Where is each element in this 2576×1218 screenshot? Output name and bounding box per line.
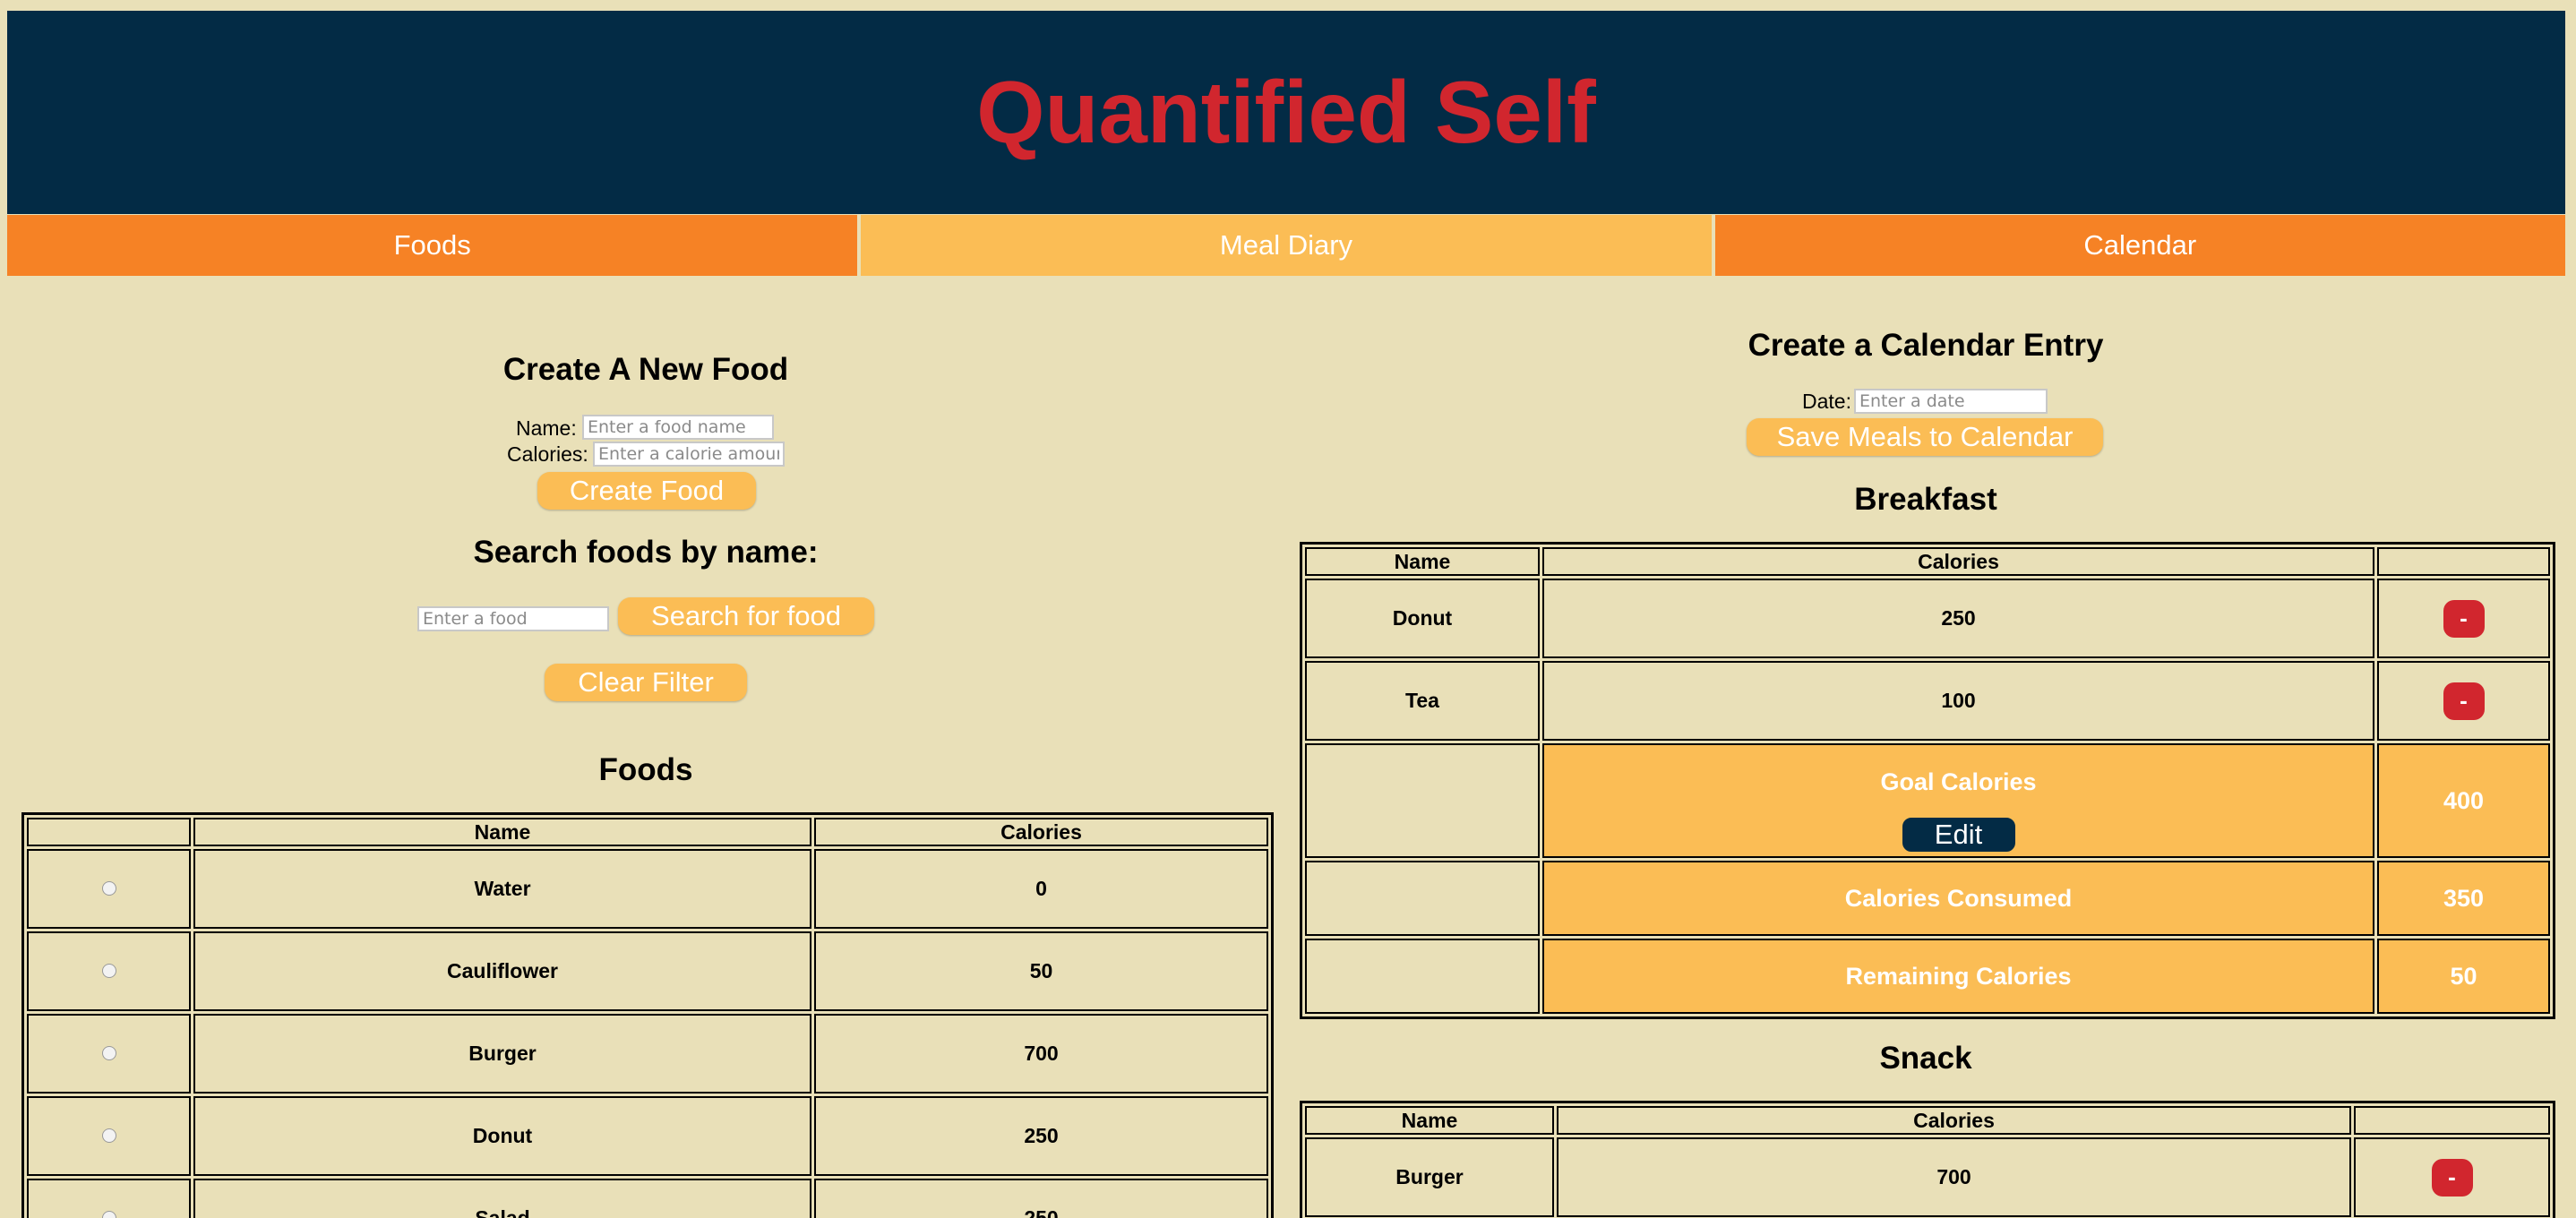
clear-filter-button[interactable]: Clear Filter	[545, 664, 747, 701]
table-row: Salad 250	[27, 1179, 1268, 1218]
snack-table: Name Calories Burger 700 -	[1300, 1101, 2555, 1218]
empty-cell	[1305, 743, 1540, 858]
goal-calories-label: Goal Calories	[1880, 768, 2037, 795]
food-calories-cell: 250	[814, 1179, 1268, 1218]
table-row: Donut 250 -	[1305, 579, 2550, 658]
calories-consumed-row: Calories Consumed 350	[1305, 861, 2550, 936]
app-header: Quantified Self	[7, 11, 2565, 214]
table-row: Cauliflower 50	[27, 931, 1268, 1011]
create-food-title: Create A New Food	[502, 352, 789, 387]
date-input[interactable]	[1854, 389, 2048, 414]
meal-name-cell: Tea	[1305, 661, 1540, 741]
breakfast-col-calories: Calories	[1542, 547, 2374, 576]
foods-table: Name Calories Water 0 Cauliflower 50 Bur…	[21, 812, 1274, 1218]
select-radio[interactable]	[101, 881, 116, 896]
meal-calories-cell: 250	[1542, 579, 2374, 658]
tab-foods[interactable]: Foods	[7, 215, 858, 276]
snack-title: Snack	[1879, 1041, 1972, 1076]
meal-calories-cell: 700	[1557, 1137, 2351, 1217]
food-name-cell: Donut	[193, 1096, 811, 1176]
table-row: Donut 250	[27, 1096, 1268, 1176]
table-row: Water 0	[27, 849, 1268, 929]
remove-button[interactable]: -	[2443, 599, 2485, 638]
goal-calories-value: 400	[2377, 743, 2550, 858]
select-cell	[27, 849, 191, 929]
select-radio[interactable]	[101, 1046, 116, 1060]
select-radio[interactable]	[101, 1211, 116, 1218]
food-calories-cell: 50	[814, 931, 1268, 1011]
foods-col-name: Name	[193, 818, 811, 846]
food-calories-input[interactable]	[593, 442, 785, 467]
search-food-input[interactable]	[417, 606, 609, 631]
search-title: Search foods by name:	[473, 535, 819, 570]
select-radio[interactable]	[101, 1128, 116, 1143]
select-cell	[27, 1096, 191, 1176]
tab-calendar[interactable]: Calendar	[1714, 215, 2565, 276]
tab-meal-diary[interactable]: Meal Diary	[861, 215, 1712, 276]
breakfast-table-header: Name Calories	[1305, 547, 2550, 576]
foods-title: Foods	[598, 752, 693, 787]
snack-table-header: Name Calories	[1305, 1106, 2550, 1135]
food-name-cell: Water	[193, 849, 811, 929]
meal-calories-cell: 100	[1542, 661, 2374, 741]
breakfast-title: Breakfast	[1854, 482, 1997, 517]
create-food-button[interactable]: Create Food	[537, 472, 756, 510]
table-row: Burger 700 -	[1305, 1137, 2550, 1217]
date-label: Date:	[1802, 390, 1851, 413]
snack-col-action	[2354, 1106, 2550, 1135]
select-cell	[27, 1179, 191, 1218]
food-name-cell: Burger	[193, 1014, 811, 1094]
select-cell	[27, 931, 191, 1011]
select-cell	[27, 1014, 191, 1094]
meal-name-cell: Donut	[1305, 579, 1540, 658]
remove-cell: -	[2354, 1137, 2550, 1217]
app-title: Quantified Self	[976, 63, 1596, 161]
food-name-label: Name:	[516, 416, 577, 440]
food-name-cell: Cauliflower	[193, 931, 811, 1011]
select-radio[interactable]	[101, 964, 116, 978]
breakfast-table: Name Calories Donut 250 - Tea 100 - Goal…	[1300, 542, 2555, 1019]
calories-consumed-value: 350	[2377, 861, 2550, 936]
table-row: Tea 100 -	[1305, 661, 2550, 741]
remaining-calories-label: Remaining Calories	[1542, 939, 2374, 1014]
empty-cell	[1305, 939, 1540, 1014]
foods-col-calories: Calories	[814, 818, 1268, 846]
goal-calories-row: Goal Calories Edit 400	[1305, 743, 2550, 858]
food-calories-cell: 700	[814, 1014, 1268, 1094]
remove-cell: -	[2377, 579, 2550, 658]
foods-col-select	[27, 818, 191, 846]
save-meals-button[interactable]: Save Meals to Calendar	[1747, 418, 2103, 456]
food-calories-cell: 0	[814, 849, 1268, 929]
calendar-title: Create a Calendar Entry	[1747, 328, 2104, 363]
food-name-input[interactable]	[582, 415, 774, 440]
snack-col-calories: Calories	[1557, 1106, 2351, 1135]
table-row: Burger 700	[27, 1014, 1268, 1094]
calories-consumed-label: Calories Consumed	[1542, 861, 2374, 936]
remaining-calories-row: Remaining Calories 50	[1305, 939, 2550, 1014]
food-calories-cell: 250	[814, 1096, 1268, 1176]
goal-calories-cell: Goal Calories Edit	[1542, 743, 2374, 858]
remove-cell: -	[2377, 661, 2550, 741]
search-food-button[interactable]: Search for food	[618, 597, 874, 635]
remove-button[interactable]: -	[2431, 1158, 2473, 1197]
snack-col-name: Name	[1305, 1106, 1554, 1135]
breakfast-col-name: Name	[1305, 547, 1540, 576]
edit-goal-button[interactable]: Edit	[1900, 815, 2017, 853]
food-name-cell: Salad	[193, 1179, 811, 1218]
remove-button[interactable]: -	[2443, 682, 2485, 720]
food-calories-label: Calories:	[507, 442, 588, 466]
main-nav: Foods Meal Diary Calendar	[7, 215, 2565, 276]
meal-name-cell: Burger	[1305, 1137, 1554, 1217]
empty-cell	[1305, 861, 1540, 936]
remaining-calories-value: 50	[2377, 939, 2550, 1014]
foods-table-header: Name Calories	[27, 818, 1268, 846]
breakfast-col-action	[2377, 547, 2550, 576]
